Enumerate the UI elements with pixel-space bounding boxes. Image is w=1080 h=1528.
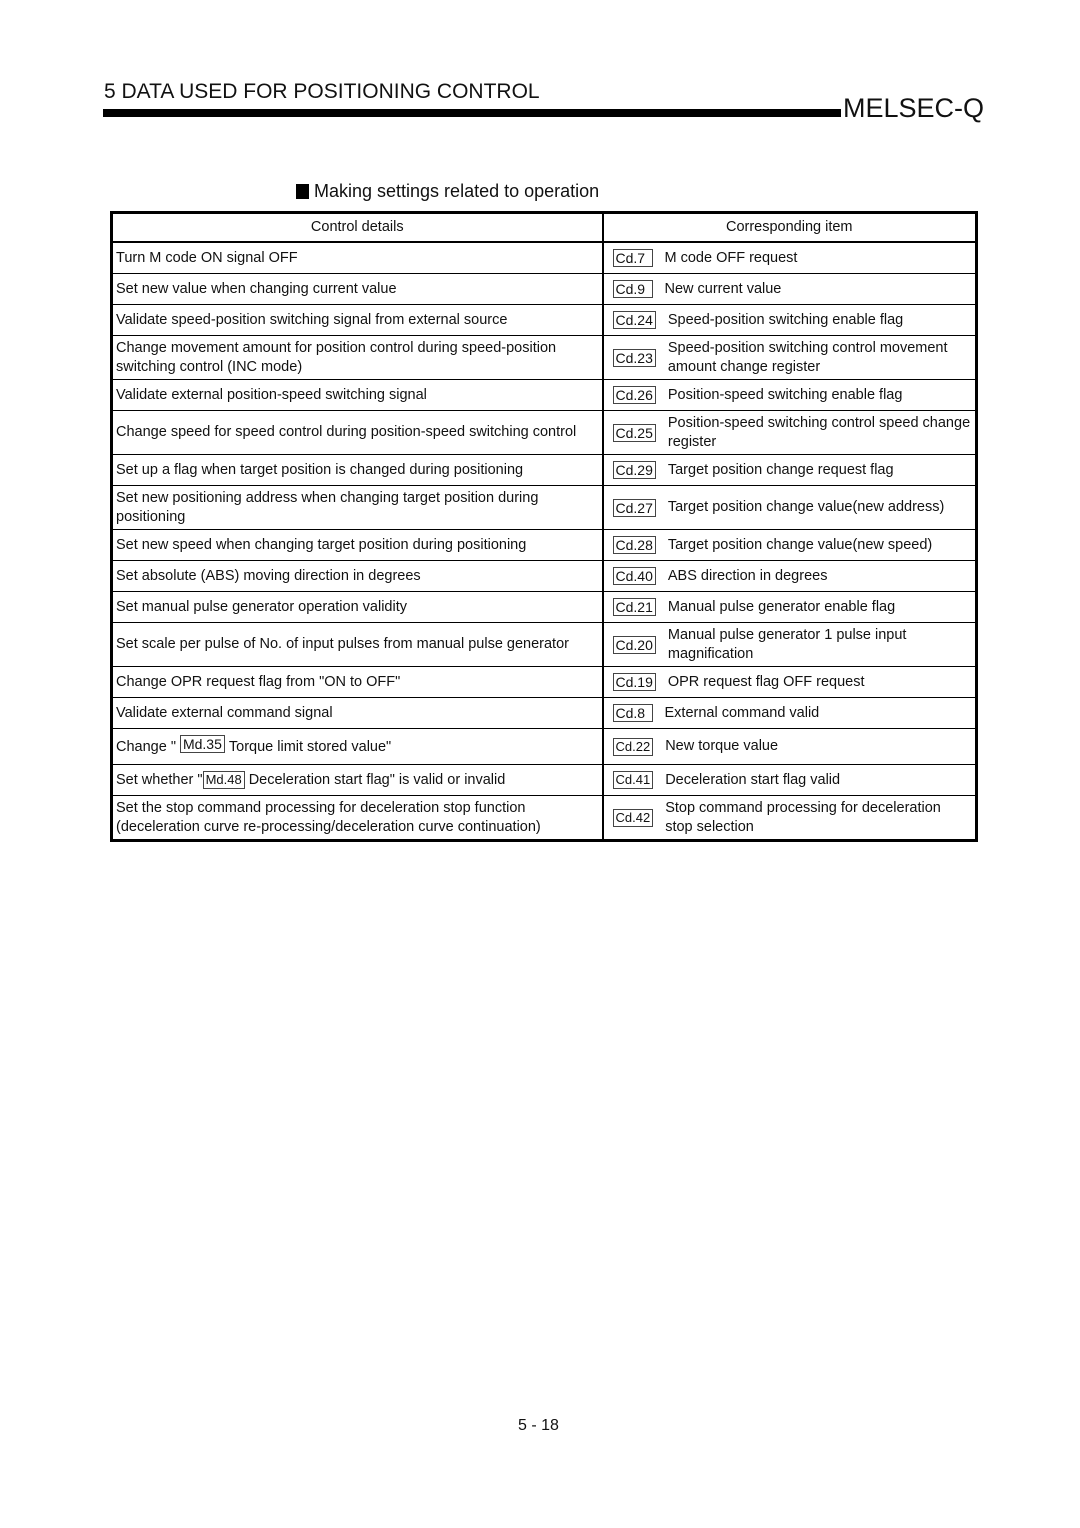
control-detail: Change movement amount for position cont… bbox=[111, 335, 604, 380]
square-bullet-icon bbox=[296, 184, 309, 199]
control-detail: Change " Md.35 Torque limit stored value" bbox=[111, 728, 604, 765]
table-row: Change movement amount for position cont… bbox=[111, 335, 977, 380]
monitor-ref-box: Md.48 bbox=[202, 770, 245, 789]
control-detail: Set scale per pulse of No. of input puls… bbox=[111, 622, 604, 667]
control-detail: Set absolute (ABS) moving direction in d… bbox=[111, 560, 604, 592]
code-ref-box: Cd.25 bbox=[612, 423, 656, 442]
corresponding-item: Target position change request flag bbox=[667, 461, 894, 478]
column-header-corresponding-item: Corresponding item bbox=[602, 212, 977, 243]
corresponding-item: Manual pulse generator 1 pulse input mag… bbox=[667, 626, 907, 662]
control-detail: Set manual pulse generator operation val… bbox=[111, 591, 604, 623]
control-detail: Set new value when changing current valu… bbox=[111, 273, 604, 305]
code-ref-box: Cd.41 bbox=[612, 771, 654, 789]
corresponding-item: Stop command processing for deceleration… bbox=[665, 799, 941, 835]
corresponding-item: M code OFF request bbox=[664, 249, 798, 266]
brand-label: MELSEC-Q bbox=[843, 93, 985, 123]
code-ref-box: Cd.20 bbox=[612, 635, 656, 654]
control-detail: Set new positioning address when changin… bbox=[111, 485, 604, 530]
control-detail-prefix: Change " bbox=[116, 738, 176, 755]
table-row: Set scale per pulse of No. of input puls… bbox=[111, 622, 977, 667]
section-title: Making settings related to operation bbox=[314, 181, 600, 201]
code-ref-box: Cd.9 bbox=[612, 280, 653, 298]
code-ref-box: Cd.7 bbox=[612, 249, 653, 267]
code-ref-box: Cd.21 bbox=[612, 598, 656, 616]
table-row: Turn M code ON signal OFF Cd.7 M code OFF… bbox=[111, 241, 977, 274]
table-header-row: Control details Corresponding item bbox=[111, 212, 977, 243]
column-header-control-details: Control details bbox=[111, 212, 604, 243]
control-detail: Set the stop command processing for dece… bbox=[111, 795, 604, 841]
corresponding-item: External command valid bbox=[664, 704, 820, 721]
table-row: Set new positioning address when changin… bbox=[111, 485, 977, 530]
control-detail: Set new speed when changing target posit… bbox=[111, 529, 604, 561]
table-row: Validate external command signal Cd.8 Ext… bbox=[111, 697, 977, 729]
table-row: Change OPR request flag from "ON to OFF"… bbox=[111, 666, 977, 698]
control-detail: Validate external position-speed switchi… bbox=[111, 379, 604, 411]
table-row: Set whether " Md.48 Deceleration start fla… bbox=[111, 764, 977, 796]
code-ref-box: Cd.27 bbox=[612, 498, 656, 517]
code-ref-box: Cd.26 bbox=[612, 386, 656, 404]
corresponding-item: Target position change value(new address… bbox=[667, 499, 945, 515]
table-row: Change " Md.35 Torque limit stored value" … bbox=[111, 728, 977, 765]
corresponding-item: Deceleration start flag valid bbox=[665, 771, 841, 788]
corresponding-item: New torque value bbox=[665, 738, 779, 754]
code-ref-box: Cd.40 bbox=[612, 567, 656, 585]
table-row: Change speed for speed control during po… bbox=[111, 410, 977, 455]
control-detail: Set whether " Md.48 Deceleration start fla… bbox=[111, 764, 604, 796]
code-ref-box: Cd.24 bbox=[612, 311, 656, 329]
corresponding-item: Speed-position switching control movemen… bbox=[667, 339, 948, 375]
code-ref-box: Cd.19 bbox=[612, 673, 656, 691]
corresponding-item: Speed-position switching enable flag bbox=[667, 311, 904, 328]
table-row: Set the stop command processing for dece… bbox=[111, 795, 977, 841]
code-ref-box: Cd.29 bbox=[612, 461, 656, 479]
corresponding-item: New current value bbox=[664, 280, 782, 297]
table-row: Set new speed when changing target posit… bbox=[111, 529, 977, 561]
code-ref-box: Cd.28 bbox=[612, 536, 656, 554]
code-ref-box: Cd.8 bbox=[612, 704, 653, 722]
control-detail: Change OPR request flag from "ON to OFF" bbox=[111, 666, 604, 698]
settings-table: Control details Corresponding item Turn … bbox=[110, 211, 978, 842]
control-detail: Change speed for speed control during po… bbox=[111, 410, 604, 455]
page-number: 5 - 18 bbox=[518, 1417, 559, 1434]
code-ref-box: Cd.42 bbox=[612, 808, 654, 827]
corresponding-item: Position-speed switching enable flag bbox=[667, 386, 903, 403]
table-row: Validate speed-position switching signal… bbox=[111, 304, 977, 336]
control-detail-suffix: Torque limit stored value" bbox=[228, 738, 392, 755]
table-row: Set new value when changing current valu… bbox=[111, 273, 977, 305]
table-row: Set manual pulse generator operation val… bbox=[111, 591, 977, 623]
control-detail: Set up a flag when target position is ch… bbox=[111, 454, 604, 486]
corresponding-item: Target position change value(new speed) bbox=[667, 536, 933, 553]
code-ref-box: Cd.23 bbox=[612, 348, 656, 367]
corresponding-item: ABS direction in degrees bbox=[667, 567, 828, 584]
monitor-ref-box: Md.35 bbox=[179, 734, 225, 753]
header-rule bbox=[103, 109, 841, 117]
corresponding-item: Position-speed switching control speed c… bbox=[667, 414, 971, 450]
control-detail-suffix: Deceleration start flag" is valid or inv… bbox=[248, 771, 506, 788]
control-detail: Validate external command signal bbox=[111, 697, 604, 729]
table-row: Set up a flag when target position is ch… bbox=[111, 454, 977, 486]
section-heading: Making settings related to operation bbox=[296, 181, 599, 202]
corresponding-item: Manual pulse generator enable flag bbox=[667, 598, 896, 615]
corresponding-item: OPR request flag OFF request bbox=[667, 673, 865, 690]
table-row: Set absolute (ABS) moving direction in d… bbox=[111, 560, 977, 592]
table-row: Validate external position-speed switchi… bbox=[111, 379, 977, 411]
control-detail: Validate speed-position switching signal… bbox=[111, 304, 604, 336]
code-ref-box: Cd.22 bbox=[612, 737, 654, 756]
control-detail-prefix: Set whether " bbox=[116, 771, 203, 788]
chapter-title: 5 DATA USED FOR POSITIONING CONTROL bbox=[104, 80, 540, 103]
control-detail: Turn M code ON signal OFF bbox=[111, 241, 604, 274]
